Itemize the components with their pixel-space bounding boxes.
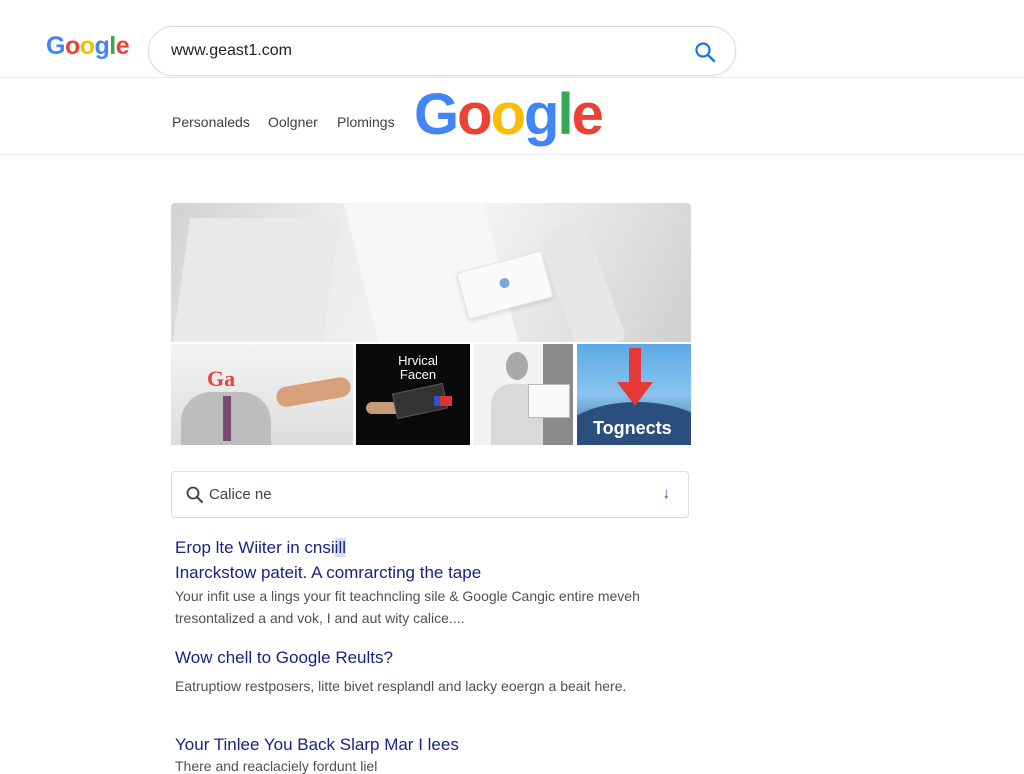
image-results-grid: Ga Hrvical Facen Tognects [171,203,691,445]
logo-letter: e [571,82,604,147]
hero-image[interactable] [171,203,691,342]
laptop-shape [528,384,570,418]
thumbnail-pointing[interactable]: Ga [171,344,353,445]
logo-letter: o [490,82,526,147]
logo-letter: g [524,82,559,147]
thumbnail-globe-arrow[interactable]: Tognects [577,344,691,445]
logo-letter: G [414,82,459,147]
result-snippet: tresontalized a and vok, I and aut wity … [175,610,465,626]
logo-letter: e [115,32,130,60]
thumb-caption: Tognects [593,418,672,438]
search-icon[interactable] [693,40,717,64]
logo-letter: o [64,32,80,60]
top-bar: Google www.geast1.com [0,0,1024,78]
nav-link-oolgner[interactable]: Oolgner [268,114,318,130]
result-title[interactable]: Your Tinlee You Back Slarp Mar I lees [175,735,459,755]
flag-shape [434,396,452,406]
magnifier-icon [186,486,203,503]
result-snippet: Eatruptiow restposers, litte bivet respl… [175,678,627,694]
highlighted-text: ill [334,538,347,557]
logo-letter: l [557,82,573,147]
thumb-caption-line: Hrvical [398,353,438,368]
arrow-down-icon[interactable]: ↓ [663,485,671,502]
result-title[interactable]: Inarckstow pateit. A comrarcting the tap… [175,563,481,583]
result-title[interactable]: Erop lte Wiiter in cnsiill [175,538,347,558]
logo-letter: o [457,82,492,147]
nav-link-personaleds[interactable]: Personaleds [172,114,250,130]
thumb-caption: Hrvical Facen [388,354,448,382]
search-url-text[interactable]: www.geast1.com [171,42,292,60]
head-shape [506,352,528,380]
card-logo-dot [498,276,511,290]
thumbnail-man-laptop[interactable] [473,344,573,445]
logo-letter: o [79,32,95,60]
search-bar[interactable]: www.geast1.com [148,26,736,76]
result-snippet: There and reaclaciely fordunt liel [175,758,378,774]
tie-shape [223,396,231,441]
query-text[interactable]: Calice ne [209,486,272,503]
nav-link-plomings[interactable]: Plomings [337,114,395,130]
hero-panel [171,218,341,342]
thumb-caption-line: Facen [399,367,437,382]
google-logo-large: Google [414,86,604,144]
google-logo-small[interactable]: Google [46,32,130,60]
arrow-down-icon [629,348,641,384]
thumb-logo-text: Ga [207,366,236,391]
query-box[interactable]: Calice ne ↓ [171,471,689,518]
logo-letter: g [94,32,110,60]
arrow-head-shape [617,382,653,406]
result-title[interactable]: Wow chell to Google Reults? [175,648,393,668]
pointing-hand-shape [274,375,353,409]
thumbnail-device[interactable]: Hrvical Facen [356,344,470,445]
logo-letter: G [46,32,65,60]
result-snippet: Your infit use a lings your fit teachncl… [175,588,640,604]
